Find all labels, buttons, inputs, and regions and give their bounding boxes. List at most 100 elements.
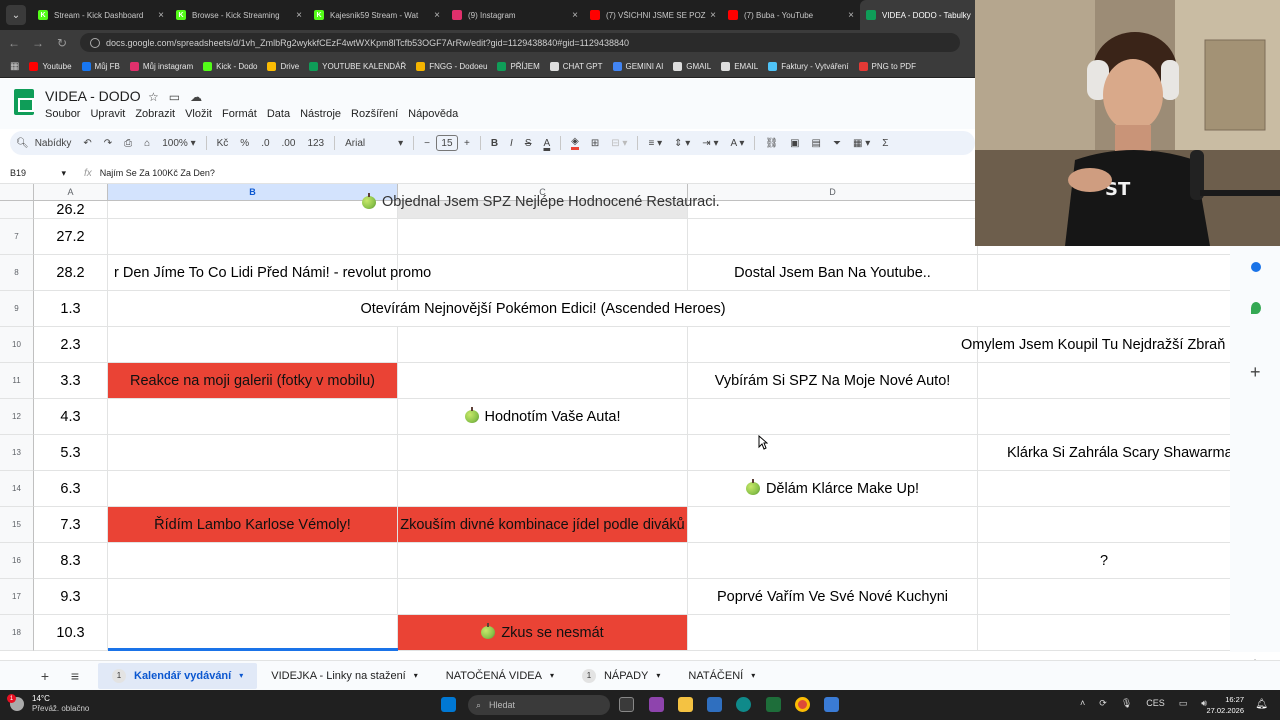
text-color-button[interactable]: A [544,138,551,149]
bookmark-item[interactable]: FNGG - Dodoeu [416,61,487,71]
row-header[interactable]: 18 [0,615,34,651]
more-formats-button[interactable]: 123 [307,138,324,149]
browser-tab[interactable]: K Kajesnik59 Stream - Wat × [308,0,446,30]
bookmark-item[interactable]: EMAIL [721,61,758,71]
apps-icon[interactable]: ▦ [10,61,19,72]
cell-e[interactable] [978,255,1230,291]
column-header-d[interactable]: D [688,184,978,201]
row-header[interactable]: 16 [0,543,34,579]
cell-b[interactable] [108,399,398,435]
fill-color-icon[interactable]: ◈ [571,136,579,150]
chart-icon[interactable]: ▤ [812,138,821,149]
bookmark-item[interactable]: Můj FB [81,61,120,71]
close-tab-icon[interactable]: × [434,10,440,21]
add-sheet-icon[interactable]: + [30,668,60,684]
browser-tab[interactable]: (7) Buba - YouTube × [722,0,860,30]
bookmark-item[interactable]: Faktury - Vytváření [768,61,849,71]
menu-item[interactable]: Vložit [185,108,212,120]
copilot-icon[interactable] [649,697,664,712]
forward-icon[interactable]: → [28,36,48,50]
cell-c[interactable] [398,579,688,615]
cell-e[interactable] [978,291,1230,327]
cell-a[interactable]: 27.2 [34,219,108,255]
text-rotation-icon[interactable]: A ▾ [730,138,744,149]
document-title[interactable]: VIDEA - DODO [45,88,141,104]
cell-d[interactable] [688,201,978,219]
cell-c[interactable]: Zkouším divné kombinace jídel podle divá… [398,507,688,543]
cell-c[interactable] [398,435,688,471]
menu-item[interactable]: Rozšíření [351,108,398,120]
maps-icon[interactable] [1251,302,1261,314]
menu-item[interactable]: Zobrazit [135,108,175,120]
settings-app-icon[interactable] [707,697,722,712]
decrease-decimal-button[interactable]: .0 [261,138,269,149]
bookmark-item[interactable]: Drive [267,61,299,71]
weather-widget[interactable]: 1 14°C Převáž. oblačno [7,694,89,714]
cell-d[interactable] [688,435,978,471]
sheet-tab[interactable]: 1 NÁPADY ▾ [568,663,674,689]
row-header[interactable]: 11 [0,363,34,399]
borders-icon[interactable]: ⊞ [591,138,599,149]
increase-decimal-button[interactable]: .00 [282,138,296,149]
bookmark-item[interactable]: Kick - Dodo [203,61,257,71]
font-size-input[interactable]: 15 [435,135,458,151]
font-size-plus-icon[interactable]: + [464,138,470,149]
cell-a[interactable]: 8.3 [34,543,108,579]
cell-c[interactable] [398,543,688,579]
menu-item[interactable]: Upravit [90,108,125,120]
sheets-logo-icon[interactable] [14,89,34,115]
bookmark-item[interactable]: Youtube [29,61,72,71]
functions-icon[interactable]: Σ [882,138,888,149]
comment-icon[interactable]: ▣ [790,138,799,149]
site-info-icon[interactable] [90,37,100,48]
name-box[interactable]: B19 ▾ [0,168,72,179]
cell-d[interactable] [688,219,978,255]
chevron-down-icon[interactable]: ▾ [550,671,554,680]
row-header[interactable]: 17 [0,579,34,615]
cell-a[interactable]: 2.3 [34,327,108,363]
sheet-tab[interactable]: NATÁČENÍ ▾ [674,663,769,689]
menu-item[interactable]: Soubor [45,108,80,120]
contacts-icon[interactable] [1251,262,1261,272]
close-tab-icon[interactable]: × [710,10,716,21]
select-all-corner[interactable] [0,184,34,201]
menu-search[interactable]: 🔍︎ Nabídky [16,138,71,149]
cell-d[interactable] [688,543,978,579]
cell-a[interactable]: 5.3 [34,435,108,471]
cell-b[interactable] [108,435,398,471]
chevron-down-icon[interactable]: ▾ [239,671,243,680]
currency-button[interactable]: Kč [217,138,229,149]
sheet-tab[interactable]: VIDEJKA - Linky na stažení ▾ [257,663,432,689]
cell-e[interactable] [978,363,1230,399]
menu-item[interactable]: Data [267,108,290,120]
browser-tab[interactable]: K Browse - Kick Streaming × [170,0,308,30]
cell-d[interactable]: Dostal Jsem Ban Na Youtube.. [688,255,978,291]
reload-icon[interactable]: ↻ [52,36,72,50]
browser-tab[interactable]: (7) VŠICHNI JSME SE POZ × [584,0,722,30]
cell-b[interactable]: Reakce na moji galerii (fotky v mobilu) [108,363,398,399]
close-tab-icon[interactable]: × [572,10,578,21]
italic-button[interactable]: I [510,138,513,149]
close-tab-icon[interactable]: × [848,10,854,21]
sheet-tab[interactable]: NATOČENÁ VIDEA ▾ [432,663,568,689]
bookmark-item[interactable]: PNG to PDF [858,61,916,71]
cell-e[interactable] [978,507,1230,543]
chevron-up-icon[interactable]: ˄ [1080,698,1085,709]
cell-d[interactable]: Vybírám Si SPZ Na Moje Nové Auto! [688,363,978,399]
sync-icon[interactable]: ⟳ [1099,698,1107,709]
cell-b[interactable] [108,543,398,579]
menu-item[interactable]: Nápověda [408,108,458,120]
align-horizontal-icon[interactable]: ≡ ▾ [648,138,662,149]
bookmark-item[interactable]: CHAT GPT [549,61,603,71]
cell-c[interactable] [398,255,688,291]
row-header[interactable]: 13 [0,435,34,471]
cell-b[interactable] [108,615,398,651]
cell-b[interactable]: Řídím Lambo Karlose Vémoly! [108,507,398,543]
cell-a[interactable]: 10.3 [34,615,108,651]
cell-e[interactable] [978,471,1230,507]
column-header-a[interactable]: A [34,184,108,201]
align-vertical-icon[interactable]: ⇕ ▾ [674,138,690,149]
row-header[interactable]: 9 [0,291,34,327]
cell-a[interactable]: 9.3 [34,579,108,615]
cell-e[interactable] [978,615,1230,651]
